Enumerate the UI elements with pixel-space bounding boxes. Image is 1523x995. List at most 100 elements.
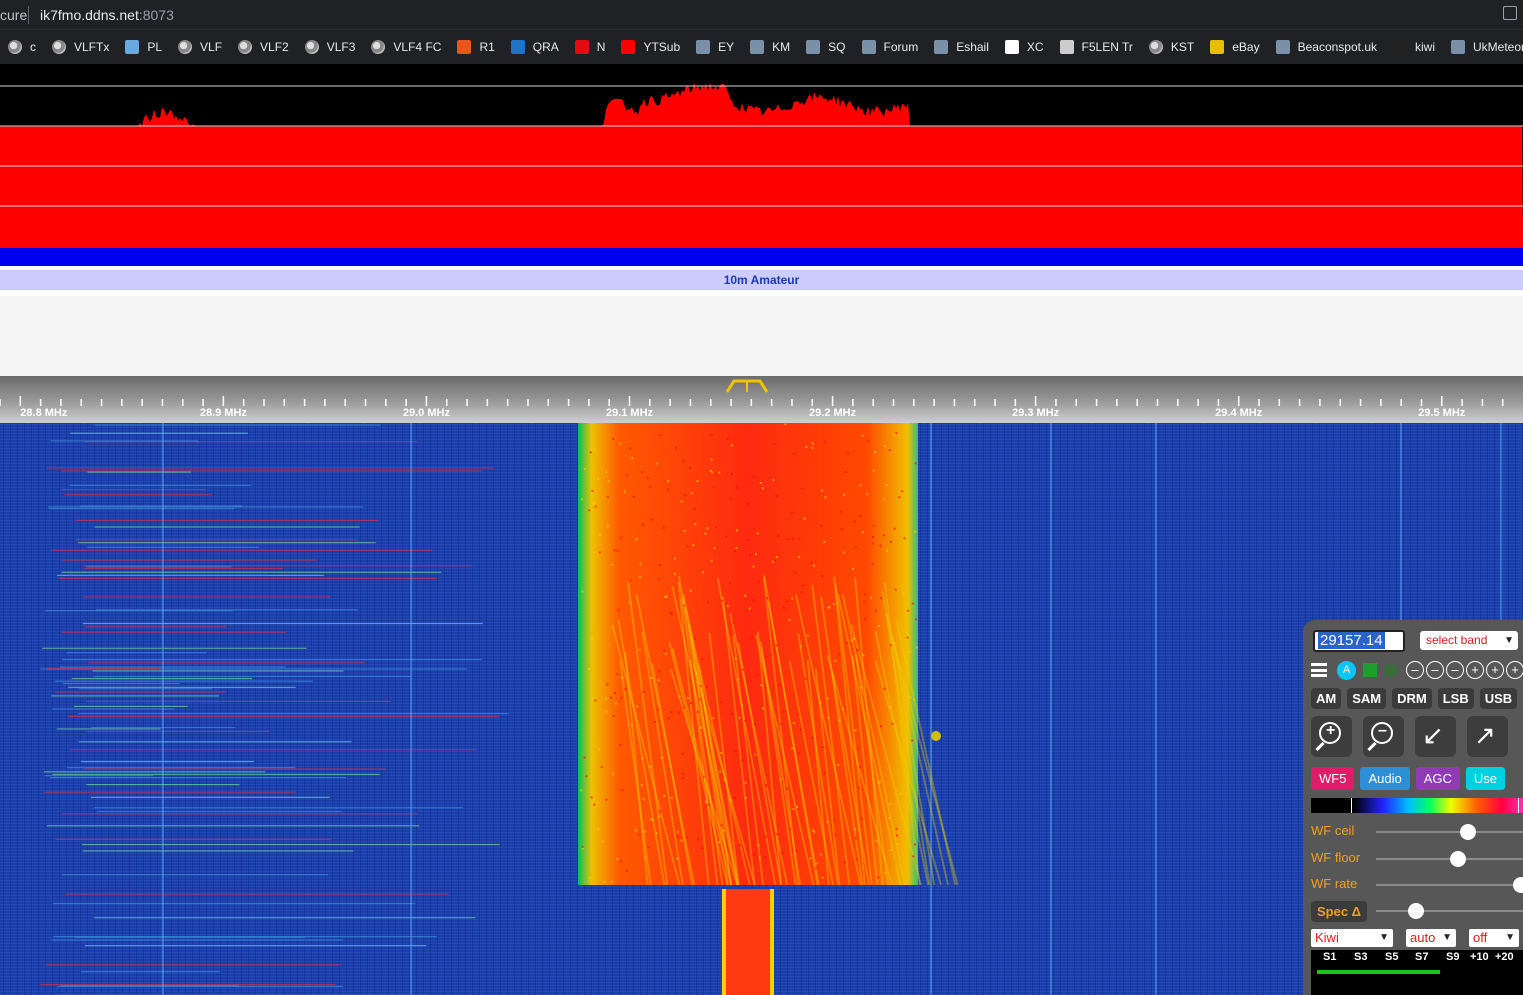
s-meter: S1 S3 S5 S7 S9 +10 +20 xyxy=(1311,950,1523,995)
slider-knob[interactable] xyxy=(1460,824,1476,840)
bookmark-kiwi[interactable]: kiwi xyxy=(1385,34,1443,60)
spec-delta-track[interactable] xyxy=(1376,910,1523,912)
bookmark-ebay[interactable]: eBay xyxy=(1202,34,1267,60)
waterfall-speckle xyxy=(772,478,775,481)
waterfall-speckle xyxy=(620,697,623,700)
slider-track[interactable] xyxy=(1376,831,1523,833)
bookmark-kst[interactable]: KST xyxy=(1141,34,1202,60)
waterfall-streak xyxy=(59,666,286,668)
waterfall-streak xyxy=(60,488,207,491)
counter-icon[interactable] xyxy=(1384,663,1397,677)
waterfall-speckle xyxy=(895,828,898,831)
bookmark-vlf4-fc[interactable]: VLF4 FC xyxy=(363,34,449,60)
bookmark-ytsub[interactable]: YTSub xyxy=(613,34,688,60)
mode-drm-button[interactable]: DRM xyxy=(1392,688,1432,709)
zoom-out-small-icon[interactable]: – xyxy=(1426,661,1444,679)
bottom-selects: Kiwi ▼ auto ▼ off ▼ xyxy=(1311,929,1519,947)
auto-icon[interactable]: A xyxy=(1337,660,1356,680)
mode-lsb-button[interactable]: LSB xyxy=(1437,688,1474,709)
waterfall-speckle xyxy=(842,708,845,711)
bookmark-vlftx[interactable]: VLFTx xyxy=(44,34,117,60)
zoom-in-icon[interactable]: + xyxy=(1506,661,1523,679)
waterfall-speckle xyxy=(908,650,911,653)
zoom-max-button[interactable]: ↗ xyxy=(1467,716,1508,757)
select-auto[interactable]: auto ▼ xyxy=(1406,929,1456,947)
bookmark-ukmeteor[interactable]: UkMeteor xyxy=(1443,34,1523,60)
tab-wf5[interactable]: WF5 xyxy=(1311,767,1355,790)
waterfall-speckle xyxy=(846,452,849,455)
waterfall-speckle xyxy=(759,481,762,484)
waterfall-speckle xyxy=(710,458,713,461)
zoom-out-icon[interactable]: – xyxy=(1406,661,1424,679)
waterfall-streak xyxy=(45,964,341,966)
address-bar[interactable]: cure ik7fmo.ddns.net:8073 xyxy=(0,0,1523,30)
spec-delta-button[interactable]: Spec Δ xyxy=(1311,901,1368,922)
bookmark-xc[interactable]: XC xyxy=(997,34,1052,60)
mode-usb-button[interactable]: USB xyxy=(1479,688,1518,709)
bookmark-forum[interactable]: Forum xyxy=(854,34,927,60)
waterfall-speckle xyxy=(794,571,797,574)
spectrum-display[interactable] xyxy=(0,64,1523,248)
waterfall-speckle xyxy=(793,453,796,456)
band-select[interactable]: select band ▼ xyxy=(1420,631,1518,650)
bookmark-c[interactable]: c xyxy=(0,34,44,60)
zoom-in-tiny-icon[interactable]: + xyxy=(1466,661,1484,679)
tab-audio[interactable]: Audio xyxy=(1360,767,1410,790)
bookmark-f5len-tr[interactable]: F5LEN Tr xyxy=(1052,34,1141,60)
frequency-input[interactable]: 29157.14 xyxy=(1313,630,1405,652)
waterfall-speckle xyxy=(683,529,686,532)
bookmark-ey[interactable]: EY xyxy=(688,34,742,60)
waterfall-display[interactable] xyxy=(0,423,1523,995)
bookmark-eshail[interactable]: Eshail xyxy=(926,34,997,60)
select-off[interactable]: off ▼ xyxy=(1469,929,1519,947)
share-icon[interactable] xyxy=(1503,6,1517,20)
waterfall-streak xyxy=(68,686,296,688)
waterfall-speckle xyxy=(845,641,848,644)
mode-sam-button[interactable]: SAM xyxy=(1347,688,1387,709)
waterfall-speckle xyxy=(793,721,796,724)
tab-use[interactable]: Use xyxy=(1465,767,1505,790)
bookmark-sq[interactable]: SQ xyxy=(798,34,853,60)
mode-am-button[interactable]: AM xyxy=(1311,688,1342,709)
zoom-buttons: + – ↙ ↗ xyxy=(1311,716,1508,757)
bookmark-qra[interactable]: QRA xyxy=(503,34,567,60)
zoom-in-button[interactable]: + xyxy=(1311,716,1352,757)
arrow-icon xyxy=(1004,40,1019,54)
bookmark-r1[interactable]: R1 xyxy=(449,34,502,60)
scale-label: 28.8 MHz xyxy=(20,407,68,419)
waterfall-speckle xyxy=(811,737,814,740)
frequency-scale[interactable]: 28.8 MHz 28.9 MHz 29.0 MHz 29.1 MHz 29.2 MHz… xyxy=(0,376,1523,423)
bookmark-vlf3[interactable]: VLF3 xyxy=(297,34,364,60)
bookmark-n[interactable]: N xyxy=(567,34,614,60)
waterfall-streak xyxy=(62,559,318,561)
slider-knob[interactable] xyxy=(1513,877,1523,893)
waterfall-speckle xyxy=(639,575,642,578)
zoom-out-tiny-icon[interactable]: – xyxy=(1446,661,1464,679)
dx-label-area[interactable] xyxy=(0,290,1523,376)
zoom-out-button[interactable]: – xyxy=(1363,716,1404,757)
bookmark-vlf2[interactable]: VLF2 xyxy=(230,34,297,60)
spec-delta-knob[interactable] xyxy=(1408,903,1425,919)
slider-track[interactable] xyxy=(1376,884,1523,886)
band-bar[interactable]: 10m Amateur xyxy=(0,270,1523,290)
bookmark-km[interactable]: KM xyxy=(742,34,798,60)
bookmark-beaconspot-uk[interactable]: Beaconspot.uk xyxy=(1268,34,1385,60)
select-kiwi[interactable]: Kiwi ▼ xyxy=(1311,929,1393,947)
waterfall-speckle xyxy=(699,685,702,688)
waterfall-speckle xyxy=(655,462,658,465)
menu-icon[interactable] xyxy=(1311,663,1327,677)
waterfall-speckle xyxy=(713,485,716,488)
tab-agc[interactable]: AGC xyxy=(1415,767,1460,790)
bookmark-vlf[interactable]: VLF xyxy=(170,34,230,60)
waterfall-speckle xyxy=(744,594,747,597)
waterfall-speckle xyxy=(635,538,638,541)
slider-knob[interactable] xyxy=(1450,851,1467,867)
zoom-band-button[interactable]: ↙ xyxy=(1415,716,1456,757)
waterfall-streak xyxy=(57,985,343,988)
zoom-in-small-icon[interactable]: + xyxy=(1486,661,1504,679)
url-text[interactable]: ik7fmo.ddns.net:8073 xyxy=(40,7,174,23)
external-link-icon[interactable] xyxy=(1363,663,1377,677)
bookmark-pl[interactable]: PL xyxy=(117,34,170,60)
waterfall-speckle xyxy=(699,698,702,701)
waterfall-speckle xyxy=(861,434,864,437)
